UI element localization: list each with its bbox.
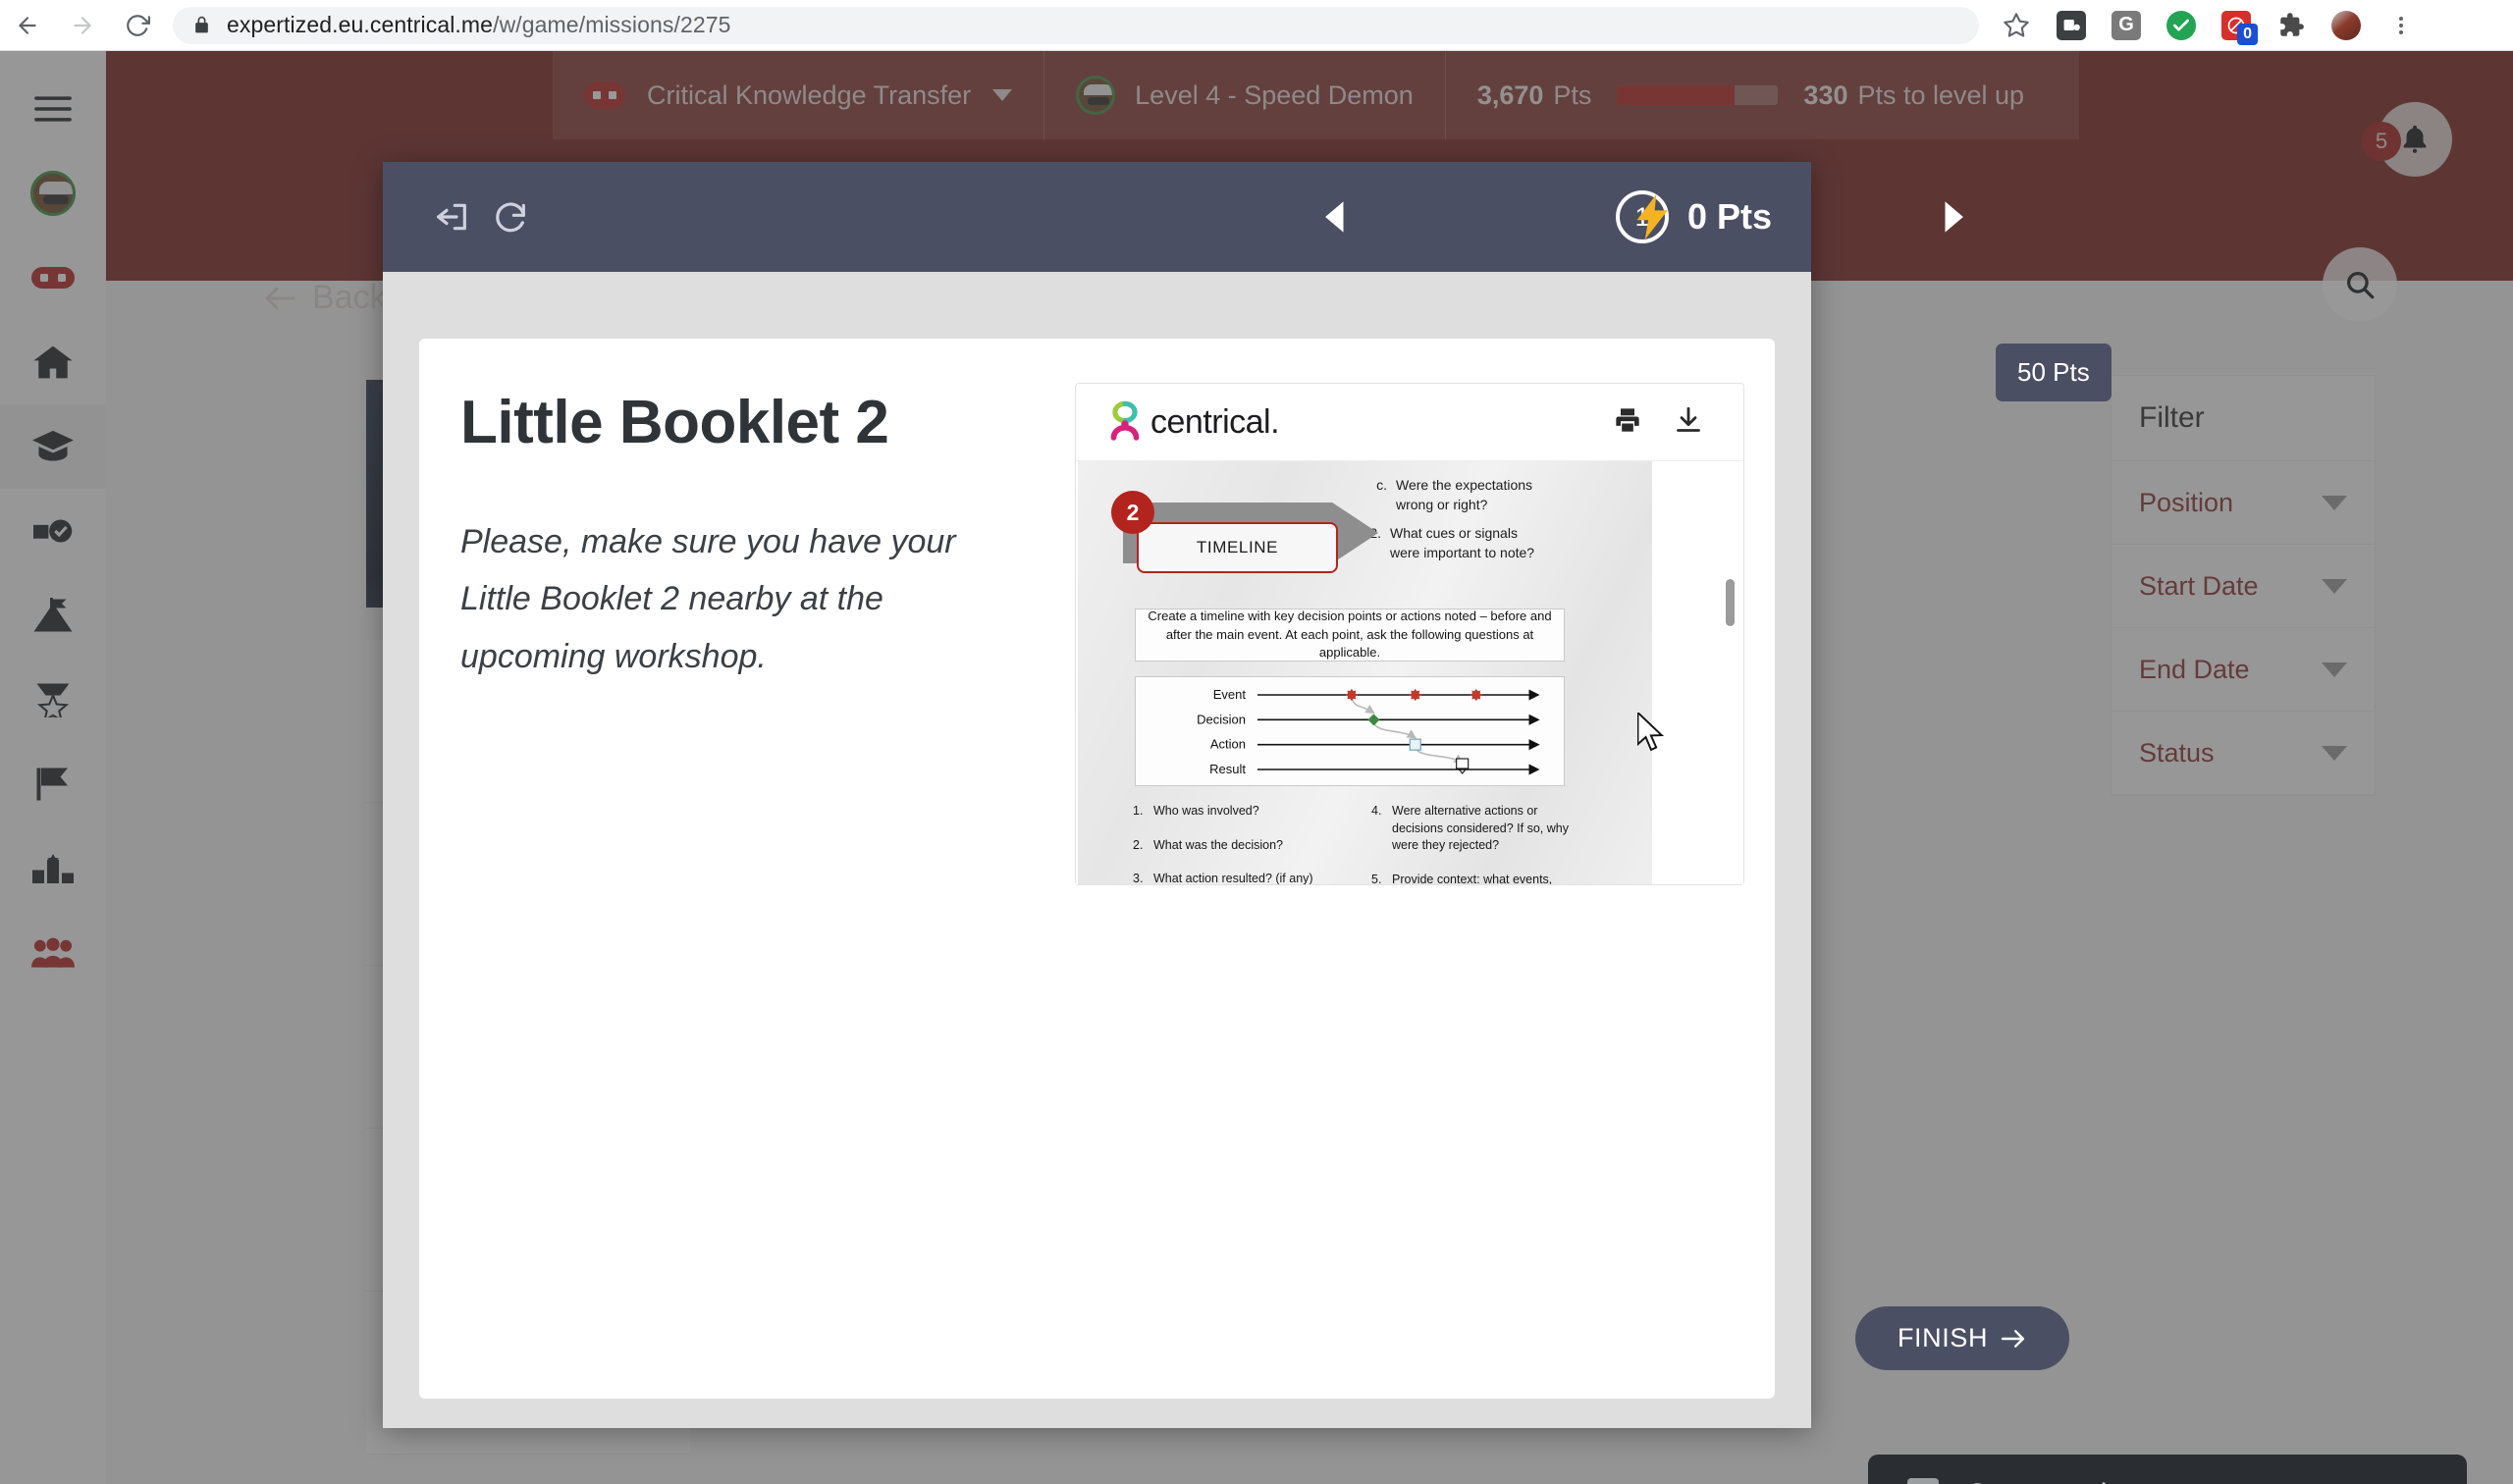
- question-number: 2.: [1133, 837, 1144, 852]
- next-slide-icon[interactable]: [1924, 187, 1983, 246]
- timeline-connector: [1351, 697, 1375, 715]
- timeline-row-label: Event: [1213, 687, 1247, 702]
- timeline-chart-svg: Event Decision Action Result: [1197, 687, 1540, 776]
- pdf-bullet: 2. What cues or signals were important t…: [1364, 523, 1541, 563]
- brand-name: centrical.: [1150, 402, 1280, 441]
- question-item: 2. What was the decision?: [1133, 837, 1344, 855]
- question-item: 4. Were alternative actions or decisions…: [1371, 803, 1582, 855]
- bullet-text: What cues or signals were important to n…: [1390, 525, 1535, 561]
- browser-toolbar: expertized.eu.centrical.me/w/game/missio…: [0, 0, 2513, 51]
- adblock-badge-count: 0: [2237, 24, 2258, 45]
- pdf-toolbar: centrical.: [1076, 384, 1743, 460]
- centrical-logo-icon: centrical.: [1107, 399, 1280, 445]
- address-bar[interactable]: expertized.eu.centrical.me/w/game/missio…: [173, 6, 1979, 44]
- questions-left-column: 1. Who was involved? 2. What was the dec…: [1133, 803, 1344, 884]
- timeline-connector: [1414, 747, 1465, 764]
- question-number: 1.: [1133, 804, 1144, 818]
- restart-icon[interactable]: [481, 187, 540, 246]
- browser-actions: G 0: [1989, 0, 2438, 51]
- conversations-icon: [1907, 1478, 1939, 1484]
- questions-right-column: 4. Were alternative actions or decisions…: [1371, 803, 1582, 884]
- points-tooltip: 50 Pts: [1996, 344, 2112, 401]
- media-cast-icon[interactable]: [2044, 0, 2099, 51]
- question-item: 3. What action resulted? (if any): [1133, 871, 1344, 884]
- question-number: 3.: [1133, 872, 1144, 884]
- download-icon[interactable]: [1675, 406, 1702, 439]
- timeline-chart: Event Decision Action Result: [1135, 676, 1565, 786]
- question-text: What was the decision?: [1153, 837, 1284, 852]
- exit-activity-icon[interactable]: [422, 187, 481, 246]
- question-number: 4.: [1371, 804, 1382, 818]
- activity-points: 0 Pts: [1634, 194, 1772, 239]
- forward-arrow-icon: [55, 0, 110, 51]
- question-text: Were alternative actions or decisions co…: [1392, 804, 1569, 852]
- timeline-marker-star-burst: [1345, 688, 1359, 702]
- arrow-right-icon: [2001, 1329, 2025, 1348]
- finish-button[interactable]: FINISH: [1855, 1306, 2069, 1370]
- modal-body: Little Booklet 2 Please, make sure you h…: [419, 339, 1775, 1399]
- question-number: 5.: [1371, 872, 1382, 885]
- back-arrow-icon[interactable]: [0, 0, 55, 51]
- conversations-label: Conversations: [1966, 1478, 2394, 1484]
- question-text: Who was involved?: [1153, 804, 1259, 818]
- step-number-badge: 2: [1111, 491, 1154, 534]
- pdf-page[interactable]: c. Were the expectations wrong or right?…: [1076, 460, 1743, 884]
- adblock-icon[interactable]: 0: [2209, 0, 2264, 51]
- timeline-row-label: Action: [1210, 737, 1246, 752]
- lock-icon: [192, 16, 211, 34]
- timeline-marker-star-burst: [1409, 688, 1421, 702]
- bullet-text: Were the expectations wrong or right?: [1396, 477, 1533, 513]
- question-text: Provide context: what events, situations…: [1392, 872, 1553, 885]
- points-label: 0 Pts: [1686, 196, 1772, 237]
- pdf-instruction-box: Create a timeline with key decision poin…: [1135, 609, 1565, 662]
- pdf-viewer: centrical. c. Were the expectations wron…: [1075, 383, 1744, 885]
- finish-label: FINISH: [1897, 1323, 1989, 1352]
- mouse-cursor: [1636, 710, 1667, 759]
- pdf-question-list: 1. Who was involved? 2. What was the dec…: [1133, 803, 1624, 884]
- profile-avatar-icon[interactable]: [2319, 0, 2374, 51]
- timeline-marker-star-burst: [1470, 688, 1482, 702]
- question-text: What action resulted? (if any): [1153, 872, 1313, 884]
- timeline-marker-square: [1409, 738, 1421, 751]
- section-label: TIMELINE: [1137, 522, 1338, 573]
- puzzle-extensions-icon[interactable]: [2264, 0, 2319, 51]
- question-item: 5. Provide context: what events, situati…: [1371, 872, 1582, 885]
- app-viewport: Critical Knowledge Transfer Level 4 - Sp…: [0, 51, 2513, 1484]
- timeline-marker-icon-box: [1456, 758, 1470, 774]
- timeline-row-label: Result: [1209, 762, 1246, 776]
- page-title: Little Booklet 2: [460, 389, 889, 456]
- previous-slide-icon[interactable]: [1306, 187, 1364, 246]
- print-icon[interactable]: [1614, 406, 1641, 439]
- bullet-number: c.: [1376, 477, 1387, 493]
- activity-modal: 1 0 Pts Little Booklet 2 Please, make su…: [383, 162, 1963, 1428]
- timeline-row-label: Decision: [1197, 712, 1246, 726]
- timeline-marker-diamond: [1367, 714, 1380, 726]
- pdf-bullet: c. Were the expectations wrong or right?: [1370, 475, 1542, 515]
- url-text: expertized.eu.centrical.me/w/game/missio…: [227, 12, 731, 37]
- booklet-instructions: Please, make sure you have your Little B…: [460, 523, 956, 675]
- reload-icon[interactable]: [110, 0, 165, 51]
- timeline-connector: [1372, 721, 1417, 739]
- conversations-bar[interactable]: Conversations: [1868, 1455, 2467, 1484]
- pdf-scrollbar[interactable]: [1726, 579, 1735, 626]
- three-dot-menu-icon[interactable]: [2374, 0, 2429, 51]
- modal-header: 1 0 Pts: [383, 162, 1963, 272]
- centrical-mark-icon: [1110, 400, 1140, 441]
- lightning-bolt-icon: [1636, 194, 1668, 239]
- star-icon[interactable]: [1989, 0, 2044, 51]
- question-item: 1. Who was involved?: [1133, 803, 1344, 821]
- checkmark-icon[interactable]: [2154, 0, 2209, 51]
- grammarly-icon[interactable]: G: [2099, 0, 2154, 51]
